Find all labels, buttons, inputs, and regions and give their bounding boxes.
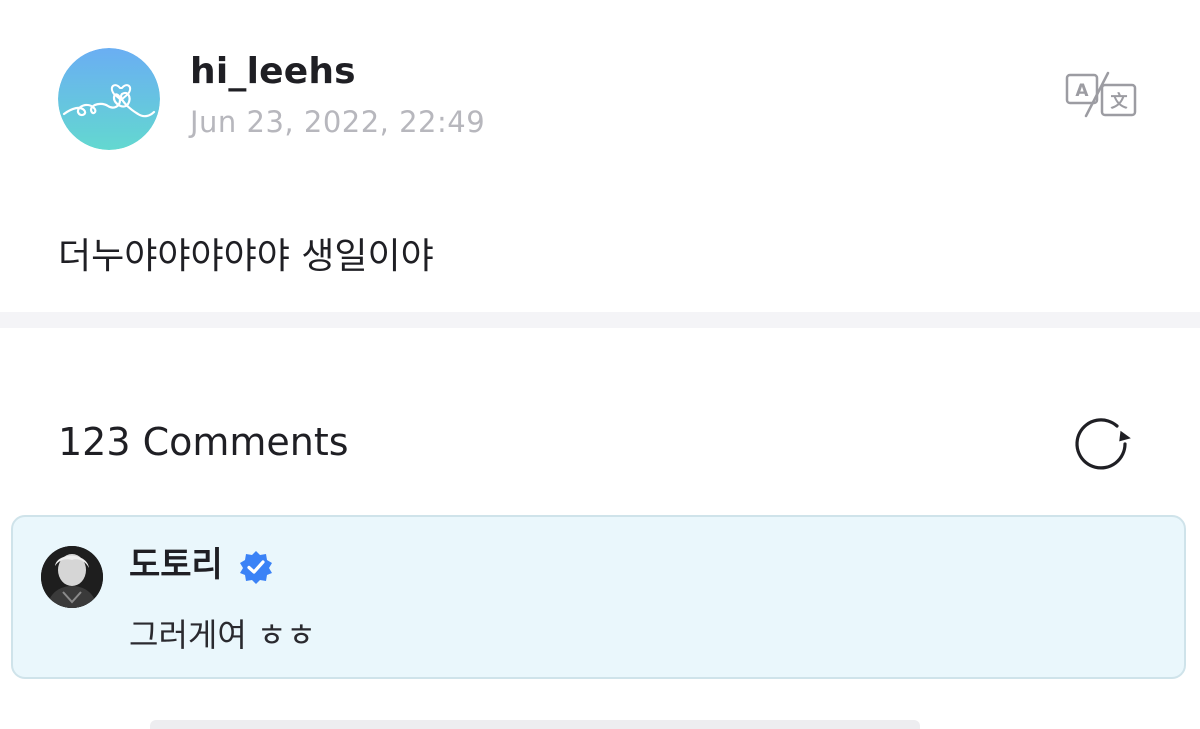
post-page: hi_leehs Jun 23, 2022, 22:49 A 文 더누야야야야야… bbox=[0, 0, 1200, 729]
comment-author-avatar[interactable] bbox=[41, 546, 103, 608]
refresh-comments-button[interactable] bbox=[1070, 412, 1134, 476]
svg-text:A: A bbox=[1075, 81, 1089, 101]
heart-doodle-icon bbox=[58, 48, 160, 150]
translate-button[interactable]: A 文 bbox=[1064, 70, 1138, 120]
comment-item[interactable]: 도토리 그러게여 ㅎㅎ bbox=[11, 515, 1186, 679]
section-divider bbox=[0, 312, 1200, 328]
comment-author-name[interactable]: 도토리 bbox=[129, 543, 223, 587]
refresh-icon bbox=[1075, 418, 1131, 470]
comment-text: 그러게여 ㅎㅎ bbox=[129, 616, 316, 654]
post-author-name[interactable]: hi_leehs bbox=[190, 50, 356, 94]
author-avatar[interactable] bbox=[58, 48, 160, 150]
verified-badge-icon bbox=[238, 549, 274, 585]
translate-icon: A 文 bbox=[1065, 71, 1137, 118]
post-timestamp: Jun 23, 2022, 22:49 bbox=[190, 105, 486, 139]
next-comment-edge bbox=[150, 720, 920, 729]
svg-text:文: 文 bbox=[1111, 91, 1129, 112]
comments-count-label: 123 Comments bbox=[58, 420, 349, 464]
post-body-text: 더누야야야야야 생일이야 bbox=[58, 236, 434, 277]
person-photo-icon bbox=[41, 546, 103, 608]
